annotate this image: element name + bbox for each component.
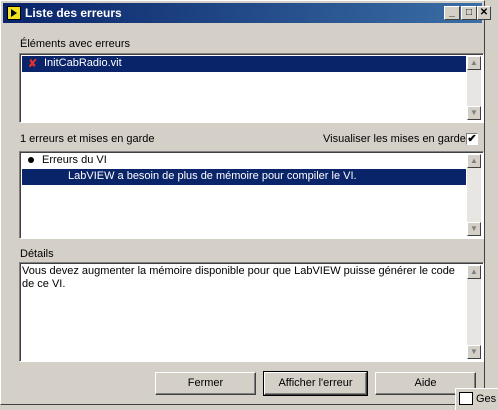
tree-group-label: Erreurs du VI [42, 154, 107, 166]
tree-group[interactable]: Erreurs du VI [28, 154, 107, 166]
list-item[interactable]: ✘ InitCabRadio.vit [22, 56, 466, 72]
error-list-window: Liste des erreurs _ □ ✕ Éléments avec er… [0, 0, 491, 405]
show-warnings-label: Visualiser les mises en garde [323, 133, 466, 145]
scroll-up-icon[interactable]: ▲ [467, 56, 481, 70]
warnings-count-label: 1 erreurs et mises en garde [20, 133, 155, 145]
close-button[interactable]: Fermer [155, 372, 256, 395]
tree-item-label: LabVIEW a besoin de plus de mémoire pour… [68, 170, 357, 182]
scroll-down-icon[interactable]: ▼ [467, 345, 481, 359]
maximize-button[interactable]: □ [461, 6, 477, 20]
taskbar-label: Ges [476, 393, 497, 405]
minimize-button[interactable]: _ [444, 6, 460, 20]
warnings-scrollbar[interactable]: ▲ ▼ [467, 154, 481, 236]
close-window-button[interactable]: ✕ [477, 6, 491, 20]
details-scrollbar[interactable]: ▲ ▼ [467, 265, 481, 359]
bullet-icon [28, 157, 34, 164]
scroll-down-icon[interactable]: ▼ [467, 222, 481, 236]
show-error-button[interactable]: Afficher l'erreur [263, 371, 368, 396]
details-label: Détails [20, 248, 54, 260]
taskbar-button[interactable]: Ges [455, 388, 498, 410]
errors-section-label: Éléments avec erreurs [20, 38, 131, 50]
red-x-icon: ✘ [28, 58, 38, 70]
list-item-label: InitCabRadio.vit [44, 57, 122, 69]
warnings-tree[interactable]: Erreurs du VI LabVIEW a besoin de plus d… [19, 151, 484, 239]
window-title: Liste des erreurs [25, 6, 122, 20]
scroll-up-icon[interactable]: ▲ [467, 265, 481, 279]
scroll-down-icon[interactable]: ▼ [467, 106, 481, 120]
show-warnings-checkbox[interactable]: ✔ [466, 133, 478, 145]
details-textbox[interactable]: Vous devez augmenter la mémoire disponib… [19, 262, 484, 362]
errors-listbox[interactable]: ✘ InitCabRadio.vit ▲ ▼ [19, 53, 484, 123]
details-text: Vous devez augmenter la mémoire disponib… [22, 265, 455, 290]
errors-scrollbar[interactable]: ▲ ▼ [467, 56, 481, 120]
scroll-up-icon[interactable]: ▲ [467, 154, 481, 168]
labview-vi-icon [7, 6, 21, 20]
title-bar[interactable]: Liste des erreurs _ □ ✕ [3, 3, 491, 23]
computer-icon [459, 392, 473, 405]
tree-item[interactable]: LabVIEW a besoin de plus de mémoire pour… [22, 169, 466, 185]
